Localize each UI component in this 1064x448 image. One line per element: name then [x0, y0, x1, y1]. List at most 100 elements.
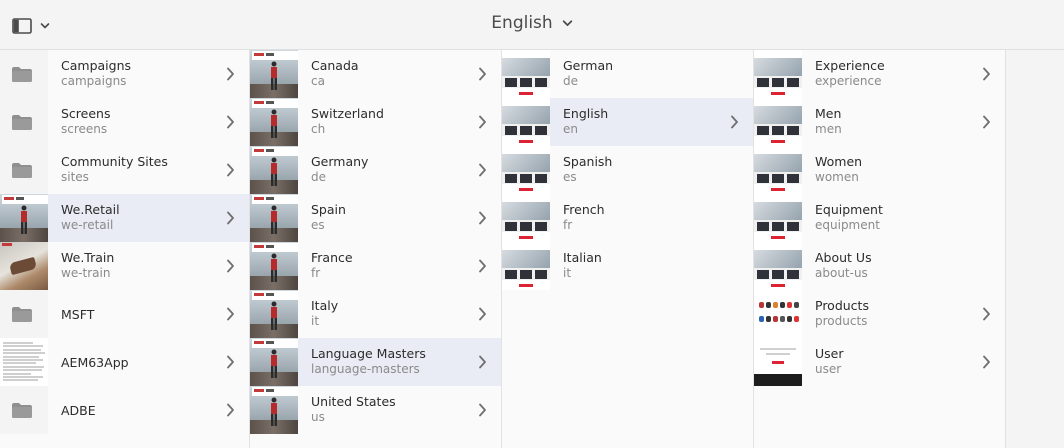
column-item[interactable]: Equipment equipment: [754, 194, 1005, 242]
column-item[interactable]: AEM63App: [0, 338, 249, 386]
item-title: Italy: [311, 298, 339, 313]
item-title: France: [311, 250, 353, 265]
column-item[interactable]: Switzerland ch: [250, 98, 501, 146]
column-item[interactable]: Products products: [754, 290, 1005, 338]
folder-thumbnail: [0, 50, 48, 98]
item-name: products: [815, 314, 868, 328]
item-title: Language Masters: [311, 346, 426, 361]
column-item[interactable]: Germany de: [250, 146, 501, 194]
page-thumbnail: [250, 50, 298, 98]
column-item[interactable]: MSFT: [0, 290, 249, 338]
chevron-right-icon: [227, 211, 234, 225]
item-title: Equipment: [815, 202, 883, 217]
item-title: Campaigns: [61, 58, 132, 73]
item-name: en: [563, 122, 578, 136]
item-name: experience: [815, 74, 882, 88]
page-thumbnail: [754, 50, 802, 98]
column-item[interactable]: English en: [502, 98, 753, 146]
column-item[interactable]: Language Masters language-masters: [250, 338, 501, 386]
column-item[interactable]: Experience experience: [754, 50, 1005, 98]
column-item[interactable]: France fr: [250, 242, 501, 290]
item-name: user: [815, 362, 842, 376]
column-item[interactable]: Community Sites sites: [0, 146, 249, 194]
folder-icon: [12, 67, 32, 82]
item-title: AEM63App: [61, 355, 129, 370]
column-item[interactable]: ADBE: [0, 386, 249, 434]
column-item[interactable]: Campaigns campaigns: [0, 50, 249, 98]
item-name: it: [311, 314, 320, 328]
item-name: ch: [311, 122, 326, 136]
current-location-title[interactable]: English: [491, 13, 572, 33]
page-thumbnail: [502, 50, 550, 98]
column-item[interactable]: Women women: [754, 146, 1005, 194]
chevron-right-icon: [479, 211, 486, 225]
item-name: fr: [311, 266, 321, 280]
folder-icon: [12, 403, 32, 418]
item-title: Screens: [61, 106, 111, 121]
column-item[interactable]: About Us about-us: [754, 242, 1005, 290]
page-thumbnail: [250, 98, 298, 146]
folder-thumbnail: [0, 98, 48, 146]
item-title: We.Train: [61, 250, 115, 265]
item-title: German: [563, 58, 614, 73]
chevron-right-icon: [983, 355, 990, 369]
item-title: Products: [815, 298, 869, 313]
item-title: Germany: [311, 154, 369, 169]
top-bar: English: [0, 0, 1064, 50]
item-title: Switzerland: [311, 106, 384, 121]
folder-thumbnail: [0, 290, 48, 338]
page-thumbnail: [754, 242, 802, 290]
chevron-right-icon: [227, 403, 234, 417]
item-name: ca: [311, 74, 325, 88]
column-item[interactable]: Italy it: [250, 290, 501, 338]
folder-icon: [12, 163, 32, 178]
column-item[interactable]: Screens screens: [0, 98, 249, 146]
chevron-right-icon: [479, 163, 486, 177]
column-item[interactable]: Italian it: [502, 242, 753, 290]
column-4: Experience experience Men men Women women Equi…: [754, 50, 1006, 448]
item-name: es: [311, 218, 325, 232]
column-item[interactable]: French fr: [502, 194, 753, 242]
chevron-right-icon: [227, 355, 234, 369]
item-title: Experience: [815, 58, 885, 73]
column-item[interactable]: User user: [754, 338, 1005, 386]
chevron-right-icon: [983, 115, 990, 129]
page-title: English: [491, 13, 553, 33]
column-item[interactable]: United States us: [250, 386, 501, 434]
column-item[interactable]: Men men: [754, 98, 1005, 146]
page-thumbnail: [0, 194, 48, 242]
item-name: it: [563, 266, 572, 280]
column-1: Campaigns campaigns Screens screens Communit…: [0, 50, 250, 448]
chevron-right-icon: [479, 67, 486, 81]
column-item[interactable]: We.Train we-train: [0, 242, 249, 290]
column-item[interactable]: Spain es: [250, 194, 501, 242]
item-title: United States: [311, 394, 396, 409]
item-title: MSFT: [61, 307, 95, 322]
column-item[interactable]: Canada ca: [250, 50, 501, 98]
page-thumbnail: [250, 338, 298, 386]
chevron-right-icon: [227, 307, 234, 321]
item-name: men: [815, 122, 842, 136]
column-item[interactable]: We.Retail we-retail: [0, 194, 249, 242]
chevron-right-icon: [227, 115, 234, 129]
item-title: French: [563, 202, 605, 217]
column-item[interactable]: Spanish es: [502, 146, 753, 194]
item-title: Spain: [311, 202, 346, 217]
page-thumbnail: [754, 290, 802, 338]
folder-thumbnail: [0, 146, 48, 194]
page-thumbnail: [0, 242, 48, 290]
item-name: de: [311, 170, 326, 184]
folder-icon: [12, 307, 32, 322]
page-thumbnail: [250, 146, 298, 194]
column-item[interactable]: German de: [502, 50, 753, 98]
chevron-right-icon: [227, 163, 234, 177]
item-name: fr: [563, 218, 573, 232]
item-title: Community Sites: [61, 154, 168, 169]
item-name: sites: [61, 170, 89, 184]
page-thumbnail: [754, 194, 802, 242]
page-thumbnail: [250, 194, 298, 242]
page-thumbnail: [250, 242, 298, 290]
page-thumbnail: [250, 290, 298, 338]
item-name: women: [815, 170, 859, 184]
item-title: Women: [815, 154, 863, 169]
